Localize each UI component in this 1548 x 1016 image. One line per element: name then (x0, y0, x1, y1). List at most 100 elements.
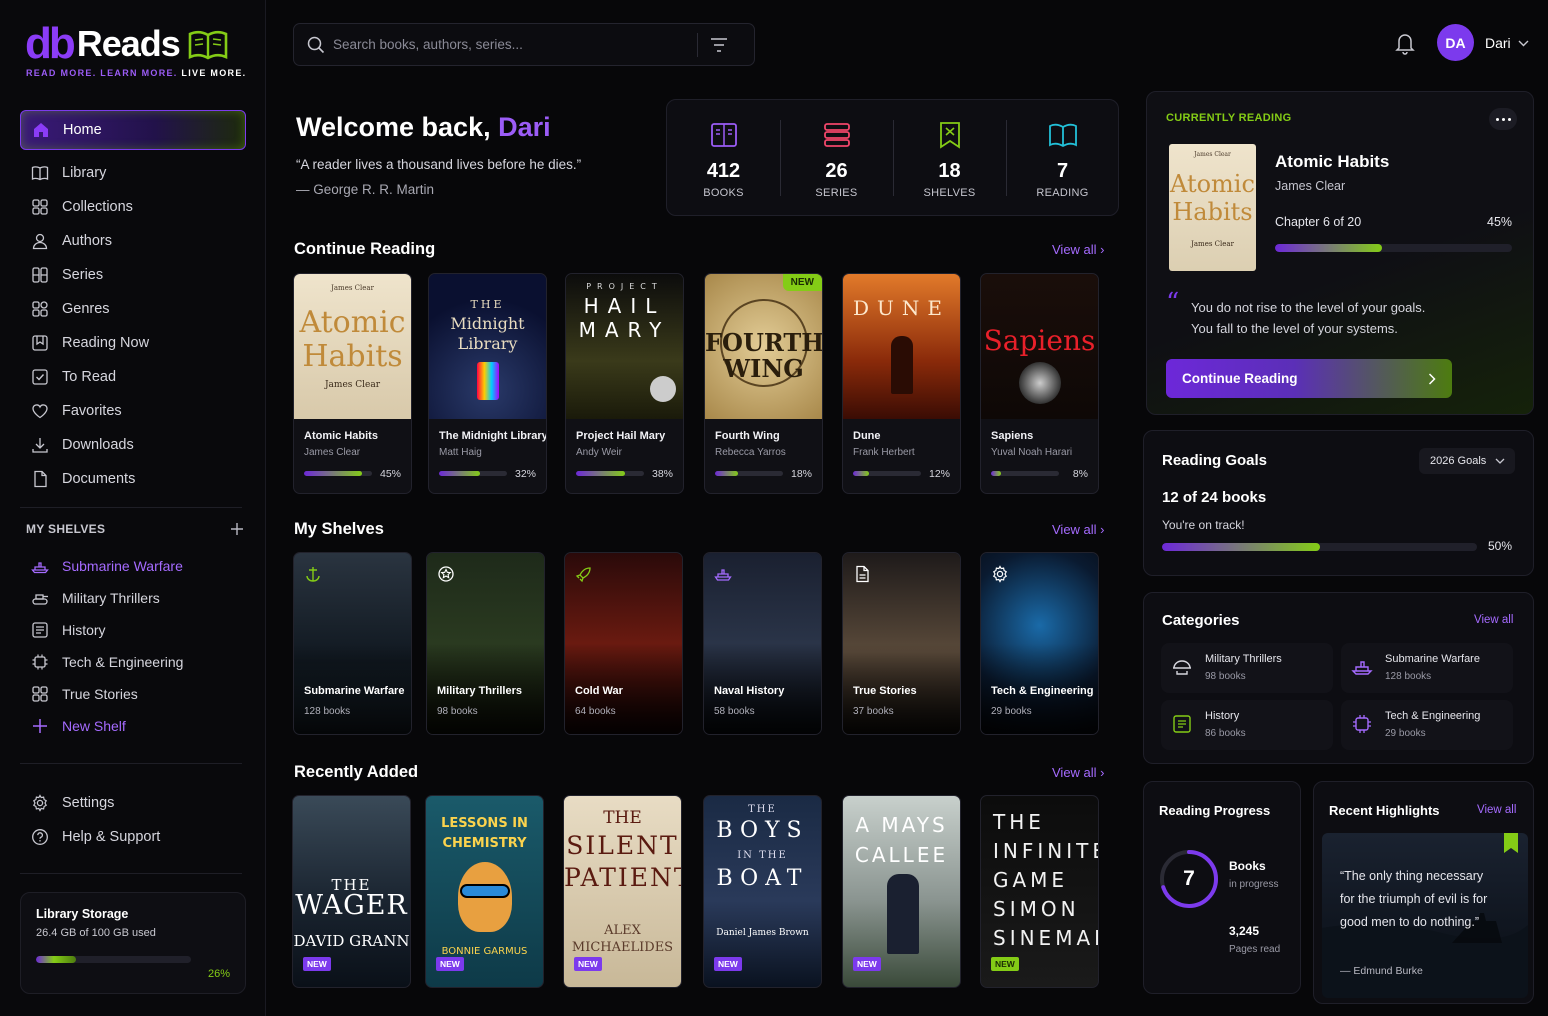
book-author: James Clear (304, 447, 361, 458)
book-card[interactable]: THE Midnight Library The Midnight Library Ma… (428, 273, 547, 494)
category-item[interactable]: Military Thrillers 98 books (1161, 643, 1333, 693)
shelf-item-true-stories[interactable]: True Stories (20, 678, 246, 710)
nav-item-downloads[interactable]: Downloads (20, 428, 246, 462)
category-item[interactable]: Tech & Engineering 29 books (1341, 700, 1513, 750)
shelf-card[interactable]: Naval History 58 books (703, 552, 822, 735)
shelf-count: 64 books (575, 706, 616, 717)
stat-shelves[interactable]: 18 SHELVES (893, 100, 1006, 216)
user-menu[interactable]: Dari (1485, 35, 1529, 51)
shelf-item-tech-engineering[interactable]: Tech & Engineering (20, 646, 246, 678)
book-card[interactable]: Sapiens Sapiens Yuval Noah Harari 8% (980, 273, 1099, 494)
categories-view-all[interactable]: View all (1474, 614, 1513, 626)
continue-reading-view-all[interactable]: View all › (1052, 242, 1105, 257)
add-shelf-icon[interactable] (230, 522, 244, 536)
nav-item-reading-now[interactable]: Reading Now (20, 326, 246, 360)
category-name: Tech & Engineering (1385, 710, 1481, 722)
recent-book-card[interactable]: LESSONS IN CHEMISTRY BONNIE GARMUS NEW (425, 795, 544, 988)
book-percent: 45% (379, 468, 401, 480)
book-card[interactable]: PROJECT HAIL MARY Project Hail Mary Andy Wei… (565, 273, 684, 494)
bell-icon[interactable] (1394, 31, 1416, 55)
storage-bar (36, 956, 191, 963)
progress-books-sub: in progress (1229, 879, 1279, 890)
category-name: History (1205, 710, 1240, 722)
my-shelves-view-all[interactable]: View all › (1052, 522, 1105, 537)
avatar[interactable]: DA (1437, 24, 1474, 61)
shelf-name: Cold War (575, 685, 623, 697)
book-progress-bar (853, 471, 921, 476)
nav-item-genres[interactable]: Genres (20, 292, 246, 326)
shelf-card[interactable]: Tech & Engineering 29 books (980, 552, 1099, 735)
category-item[interactable]: Submarine Warfare 128 books (1341, 643, 1513, 693)
view-all-label: View all (1052, 765, 1097, 780)
stories-icon (30, 684, 50, 704)
nav-item-home[interactable]: Home (20, 110, 246, 150)
shelf-item-submarine-warfare[interactable]: Submarine Warfare (20, 550, 246, 582)
help-link[interactable]: Help & Support (20, 820, 246, 854)
goals-percent: 50% (1488, 539, 1513, 553)
book-title: Project Hail Mary (576, 430, 666, 442)
reading-progress-title: Reading Progress (1159, 803, 1271, 818)
shelf-card[interactable]: True Stories 37 books (842, 552, 961, 735)
search-input[interactable] (333, 37, 693, 52)
shelf-count: 98 books (437, 706, 478, 717)
progress-pages-label: Pages read (1229, 944, 1281, 955)
new-shelf-button[interactable]: New Shelf (20, 710, 246, 742)
genres-icon (30, 299, 50, 319)
nav-item-documents[interactable]: Documents (20, 462, 246, 496)
nav-item-library[interactable]: Library (20, 156, 246, 190)
view-all-label: View all (1052, 242, 1097, 257)
highlights-view-all[interactable]: View all (1477, 804, 1516, 816)
my-shelves-heading: MY SHELVES (26, 522, 244, 536)
welcome-quote-author: — George R. R. Martin (296, 182, 435, 197)
recent-book-card[interactable]: THE SILENT PATIENT ALEX MICHAELIDES NEW (563, 795, 682, 988)
recent-book-card[interactable]: THE WAGER DAVID GRANN NEW (292, 795, 411, 988)
shelf-item-military-thrillers[interactable]: Military Thrillers (20, 582, 246, 614)
rocket-icon (575, 565, 593, 588)
shelf-card[interactable]: Military Thrillers 98 books (426, 552, 545, 735)
category-item[interactable]: History 86 books (1161, 700, 1333, 750)
app: db Reads READ MORE. LEARN MORE. LIVE MOR… (0, 0, 1548, 1016)
gear-icon (991, 565, 1009, 588)
quote-icon: “ (1166, 288, 1180, 318)
more-options-icon[interactable] (1489, 108, 1517, 130)
filter-icon[interactable] (710, 37, 728, 53)
submarine-icon (1351, 656, 1373, 683)
shelf-card[interactable]: Cold War 64 books (564, 552, 683, 735)
nav-item-favorites[interactable]: Favorites (20, 394, 246, 428)
recent-book-card[interactable]: THEINFINITEGAMESIMONSINEMANNEW (980, 795, 1099, 988)
continue-reading-button[interactable]: Continue Reading (1166, 359, 1452, 398)
shelf-item-label: Submarine Warfare (62, 558, 183, 574)
shelf-name: Naval History (714, 685, 785, 697)
current-book-cover[interactable]: James Clear Atomic Habits James Clear (1169, 144, 1256, 271)
nav-item-series[interactable]: Series (20, 258, 246, 292)
book-title: Dune (853, 430, 881, 442)
nav-item-to-read[interactable]: To Read (20, 360, 246, 394)
recent-book-card[interactable]: THE BOYS IN THE BOAT Daniel James Brown NEW (703, 795, 822, 988)
current-percent: 45% (1487, 215, 1513, 229)
logo[interactable]: db Reads (25, 14, 228, 66)
goals-year-select[interactable]: 2026 Goals (1419, 448, 1515, 474)
stat-series[interactable]: 26 SERIES (780, 100, 893, 216)
settings-link[interactable]: Settings (20, 786, 246, 820)
nav-item-label: Home (63, 122, 102, 138)
recent-highlights-card: Recent Highlights View all “The only thi… (1313, 781, 1534, 1004)
nav-item-collections[interactable]: Collections (20, 190, 246, 224)
shelf-item-history[interactable]: History (20, 614, 246, 646)
recent-book-card[interactable]: A MAYS CALLEE NEW (842, 795, 961, 988)
recently-added-view-all[interactable]: View all › (1052, 765, 1105, 780)
welcome-prefix: Welcome back, (296, 112, 491, 142)
stat-reading[interactable]: 7 READING (1006, 100, 1119, 216)
category-count: 29 books (1385, 728, 1426, 739)
highlight-card[interactable]: “The only thing necessary for the triump… (1322, 833, 1528, 998)
shelf-name: Tech & Engineering (991, 685, 1094, 697)
current-quote-2: You fall to the level of your systems. (1191, 321, 1398, 336)
current-quote-1: You do not rise to the level of your goa… (1191, 300, 1426, 315)
stat-books[interactable]: 412 BOOKS (667, 100, 780, 216)
shelf-card[interactable]: Submarine Warfare 128 books (293, 552, 412, 735)
book-card[interactable]: FOURTH WING NEW Fourth Wing Rebecca Yarros 18… (704, 273, 823, 494)
current-title: Atomic Habits (1275, 152, 1390, 171)
helmet-icon (1171, 656, 1193, 683)
book-card[interactable]: James Clear Atomic Habits James Clear Atomic… (293, 273, 412, 494)
nav-item-authors[interactable]: Authors (20, 224, 246, 258)
book-card[interactable]: DUNE Dune Frank Herbert 12% (842, 273, 961, 494)
